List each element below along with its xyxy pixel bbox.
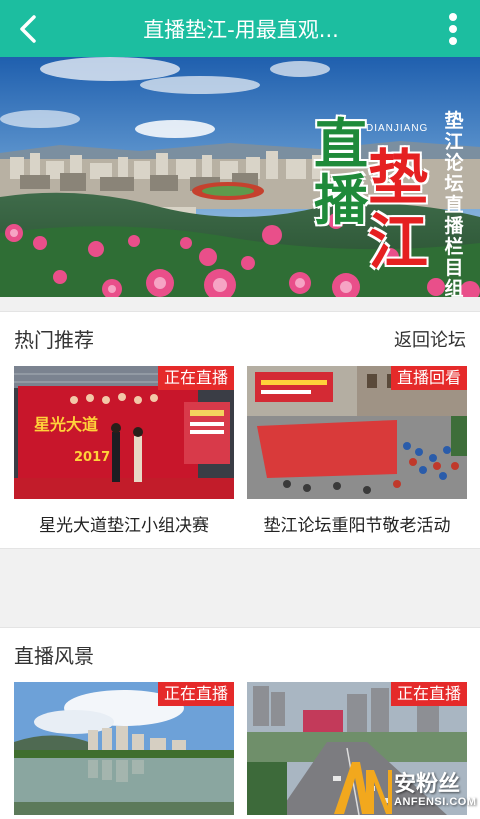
more-options-button[interactable]: [426, 0, 480, 57]
banner-char-2: 播: [314, 168, 368, 232]
anfensi-logo-icon: [334, 762, 392, 814]
site-watermark: 安粉丝 ANFENSI.COM: [330, 754, 480, 819]
video-caption: 星光大道垫江小组决赛: [39, 516, 209, 536]
live-badge: 正在直播: [157, 682, 234, 706]
svg-text:星光大道: 星光大道: [34, 415, 98, 434]
banner-vertical-caption: 垫江论坛直播栏目组: [444, 110, 464, 298]
top-app-bar: 直播垫江-用最直观...: [0, 0, 480, 57]
chevron-left-icon: [20, 14, 36, 43]
back-button[interactable]: [0, 0, 56, 57]
hot-recommend-section: 热门推荐 返回论坛 星光大道 2017 正在直播 星光大道垫江小组决赛 直播回看…: [0, 311, 480, 549]
page-title: 直播垫江-用最直观...: [143, 17, 339, 42]
banner-pinyin: DIANJIANG: [366, 123, 429, 134]
watermark-text: 安粉丝: [394, 772, 461, 797]
video-caption: 垫江论坛重阳节敬老活动: [263, 516, 451, 536]
section-heading: 热门推荐: [14, 328, 94, 352]
banner-logo-text: 直 播 垫 江 DIANJIANG: [308, 113, 438, 283]
video-thumbnail: 正在直播: [14, 682, 234, 815]
section-heading: 直播风景: [14, 644, 94, 668]
banner-char-4: 江: [368, 208, 428, 278]
live-badge: 正在直播: [390, 682, 467, 706]
live-badge: 正在直播: [157, 366, 234, 390]
banner-char-1: 直: [314, 112, 368, 176]
video-thumbnail: 星光大道 2017 正在直播: [14, 366, 234, 499]
banner-char-3: 垫: [368, 144, 428, 214]
watermark-subtext: ANFENSI.COM: [394, 796, 477, 808]
stage-year-text: 2017: [74, 450, 110, 465]
replay-badge: 直播回看: [390, 366, 467, 390]
video-thumbnail: 直播回看: [247, 366, 467, 499]
more-vertical-icon: [449, 12, 457, 45]
back-to-forum-link[interactable]: 返回论坛: [394, 326, 466, 352]
hero-banner[interactable]: 直 播 垫 江 DIANJIANG 垫江论坛直播栏目组: [0, 57, 480, 297]
